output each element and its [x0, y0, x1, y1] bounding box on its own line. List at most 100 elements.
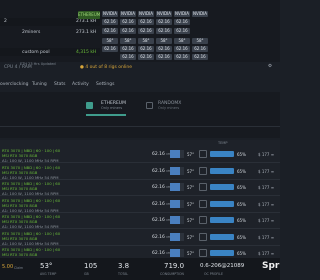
- gpu-pill-1: NVIDIA: [102, 11, 118, 17]
- rig-hashrate: 62.16 MH: [152, 202, 171, 207]
- rig-hashrate-value: 62.16: [152, 251, 165, 256]
- rig-fan-bar: [210, 167, 234, 174]
- rig-load-fill: [170, 249, 180, 257]
- fan-icon: [199, 150, 207, 158]
- rig-row[interactable]: RTX 3070 | NBD | 60 · 100 | 60 MSI RTX 3…: [0, 196, 280, 213]
- rig-hashrate: 62.16 MH: [152, 251, 171, 256]
- rig-temp: 57°: [187, 152, 195, 157]
- rig-row[interactable]: RTX 3070 | NBD | 60 · 100 | 60 MSI RTX 3…: [0, 179, 280, 196]
- rig-temp: 57°: [187, 234, 195, 240]
- rig-hashrate: 62.16 MH: [152, 235, 171, 240]
- rig-fan-bar: [210, 233, 234, 240]
- grid-b-4: 62.16: [156, 28, 172, 34]
- rig-fan-pct: 65%: [237, 234, 246, 240]
- rig-price: $ 177 ≡: [258, 185, 275, 190]
- grid-d-4: 62.16: [156, 46, 172, 52]
- randomx-mode-sub: Only miners: [158, 106, 180, 110]
- rig-hashrate-value: 62.16: [152, 201, 165, 207]
- grid-e-2: 62.16: [138, 54, 154, 60]
- algo-mode-panel: ETHEREUM Only miners RANDOMX Only miners: [0, 92, 280, 138]
- tab-activity[interactable]: Activity: [72, 82, 89, 87]
- settings-icon[interactable]: ⚙: [268, 64, 272, 69]
- tab-stats[interactable]: Stats: [54, 82, 66, 87]
- rig-temp: 57°: [187, 251, 195, 256]
- pool-name-2miners: 2miners: [22, 30, 41, 35]
- grid-a-5: 62.16: [174, 19, 190, 25]
- rig-fan-pct: 65%: [237, 218, 246, 223]
- ethereum-underline: [86, 114, 126, 116]
- grid-b-5: 62.16: [174, 28, 190, 34]
- rig-load-fill: [170, 183, 180, 191]
- rig-load-bar: [170, 183, 184, 191]
- divider: [0, 126, 280, 127]
- rig-fan-pct: 65%: [237, 251, 246, 256]
- rig-hashrate-value: 62.16: [152, 234, 165, 240]
- rigs-list: TEMP RTX 3070 | NBD | 60 · 100 | 60 MSI …: [0, 140, 280, 262]
- fan-icon: [199, 249, 207, 257]
- info-eth: ETH: [20, 62, 27, 66]
- footer-bar: 5.00 Claim 53° AVG TEMP 105 GB 3.8 TOTAL…: [0, 258, 280, 280]
- rig-hashrate: 62.16 MH: [152, 185, 171, 190]
- rigs-online-status: ● 4 out of 8 rigs online: [80, 65, 132, 70]
- footer-profile-label: OC PROFILE: [204, 272, 223, 276]
- tab-settings[interactable]: Settings: [96, 82, 114, 87]
- rig-row[interactable]: RTX 3070 | NBD | 60 · 100 | 60 MSI RTX 3…: [0, 212, 280, 229]
- rig-fan-bar: [210, 151, 234, 157]
- grid-d-6: 62.16: [192, 46, 208, 52]
- tab-overclocking[interactable]: overclocking: [0, 82, 28, 87]
- fan-icon: [199, 216, 207, 224]
- grid-c-6: 58°: [192, 38, 208, 44]
- rig-price: $ 177 ≡: [258, 168, 275, 174]
- temp-header: TEMP: [218, 141, 228, 145]
- pool-hashrate-2miners: 273.1 kH: [76, 30, 97, 35]
- rig-temp: 57°: [187, 185, 195, 190]
- footer-profile-value: 0.6-206@21089: [200, 263, 245, 269]
- rig-load-fill: [170, 150, 180, 158]
- rig-price: $ 177 ≡: [258, 152, 275, 157]
- footer-total-label: TOTAL: [118, 272, 129, 276]
- rig-hashrate-value: 62.16: [152, 218, 165, 223]
- fan-icon: [199, 183, 207, 191]
- rig-row[interactable]: RTX 3070 | NBD | 60 · 100 | 60 MSI RTX 3…: [0, 229, 280, 246]
- rig-load-fill: [170, 166, 180, 175]
- rig-load-bar: [170, 150, 184, 158]
- rig-temp: 57°: [187, 218, 195, 223]
- pool-hashrate-custom: 4,315 kH: [76, 50, 97, 55]
- rig-fan-pct: 65%: [237, 168, 246, 174]
- rig-temp: 57°: [187, 201, 195, 207]
- rig-fan-pct: 65%: [237, 201, 246, 207]
- rig-price: $ 177 ≡: [258, 218, 275, 223]
- footer-claim-label: Claim: [14, 266, 24, 270]
- footer-total-value: 3.8: [118, 262, 130, 270]
- gpu-pill-4: NVIDIA: [156, 11, 172, 17]
- rig-row[interactable]: RTX 3070 | NBD | 60 · 100 | 60 MSI RTX 3…: [0, 146, 280, 163]
- rig-load-fill: [170, 199, 180, 208]
- rig-row[interactable]: RTX 3070 | NBD | 60 · 100 | 60 MSI RTX 3…: [0, 163, 280, 180]
- rig-load-fill: [170, 216, 180, 224]
- rig-fan-bar: [210, 184, 234, 190]
- fan-icon: [199, 232, 207, 241]
- rig-fan-pct: 65%: [237, 185, 246, 190]
- randomx-toggle[interactable]: [146, 102, 153, 109]
- grid-d-5: 62.16: [174, 46, 190, 52]
- tab-tuning[interactable]: Tuning: [32, 82, 47, 87]
- gpu-pill-5: NVIDIA: [174, 11, 190, 17]
- rig-load-fill: [170, 232, 180, 241]
- info-hours: 23 Hrs: [28, 62, 40, 66]
- ethereum-toggle[interactable]: [86, 102, 93, 109]
- rig-fan-bar: [210, 200, 234, 207]
- rig-hashrate-value: 62.16: [152, 152, 165, 157]
- footer-claim-value: 5.00: [2, 264, 14, 270]
- row1-value2: 273.1 kH: [76, 19, 97, 24]
- footer-temp-value: 53°: [40, 262, 53, 270]
- rig-price: $ 177 ≡: [258, 234, 275, 240]
- grid-b-3: 62.16: [138, 28, 154, 34]
- grid-a-3: 62.16: [138, 19, 154, 25]
- rig-hashrate: 62.16 MH: [152, 152, 171, 157]
- gpu-pill-2: NVIDIA: [120, 11, 136, 17]
- rig-temp: 57°: [187, 168, 195, 174]
- left-info: ETH 23 Hrs Updated: [20, 62, 56, 66]
- gpu-pill-6: NVIDIA: [192, 11, 208, 17]
- rig-price: $ 177 ≡: [258, 201, 275, 207]
- footer-gb-label: GB: [84, 272, 89, 276]
